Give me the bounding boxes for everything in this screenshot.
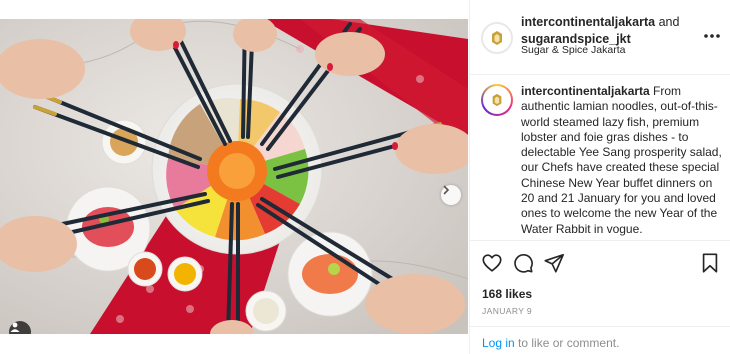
caption-text-block: intercontinentaljakarta From authentic l… [521,84,726,237]
account-connector: and [658,15,680,29]
post-account-names: intercontinentaljakarta and sugarandspic… [521,14,696,48]
post-caption: intercontinentaljakarta From authentic l… [470,76,730,241]
post-details-panel: intercontinentaljakarta and sugarandspic… [469,0,730,354]
caption-body: From authentic lamian noodles, out-of-th… [521,84,722,236]
more-options-button[interactable] [702,28,722,44]
location-link[interactable]: Sugar & Spice Jakarta [521,44,625,56]
yee-sang-photo [0,19,468,334]
share-button[interactable] [543,252,565,274]
post-image[interactable] [0,19,468,334]
comment-button[interactable] [512,252,534,274]
next-image-button[interactable] [441,185,461,205]
login-prompt: Log in to like or comment. [470,326,730,354]
intercontinental-logo-icon [490,93,504,107]
likes-count[interactable]: 168 likes [482,287,532,301]
caption-author-link[interactable]: intercontinentaljakarta [521,84,650,98]
more-options-icon [702,28,722,44]
intercontinental-logo-icon [489,30,505,46]
save-button[interactable] [699,252,721,274]
bookmark-icon [699,252,721,274]
post-actions-bar [470,246,730,280]
like-button[interactable] [481,252,503,274]
heart-icon [481,252,503,274]
post-date[interactable]: JANUARY 9 [482,306,532,316]
instagram-post-window: intercontinentaljakarta and sugarandspic… [0,0,730,354]
account-avatar[interactable] [481,22,513,54]
comment-icon [512,252,534,274]
share-icon [543,252,565,274]
login-prompt-text: to like or comment. [514,336,620,350]
post-header: intercontinentaljakarta and sugarandspic… [470,0,730,75]
account-link-primary[interactable]: intercontinentaljakarta [521,15,655,29]
login-link[interactable]: Log in [482,336,515,350]
caption-author-avatar[interactable] [481,84,513,116]
